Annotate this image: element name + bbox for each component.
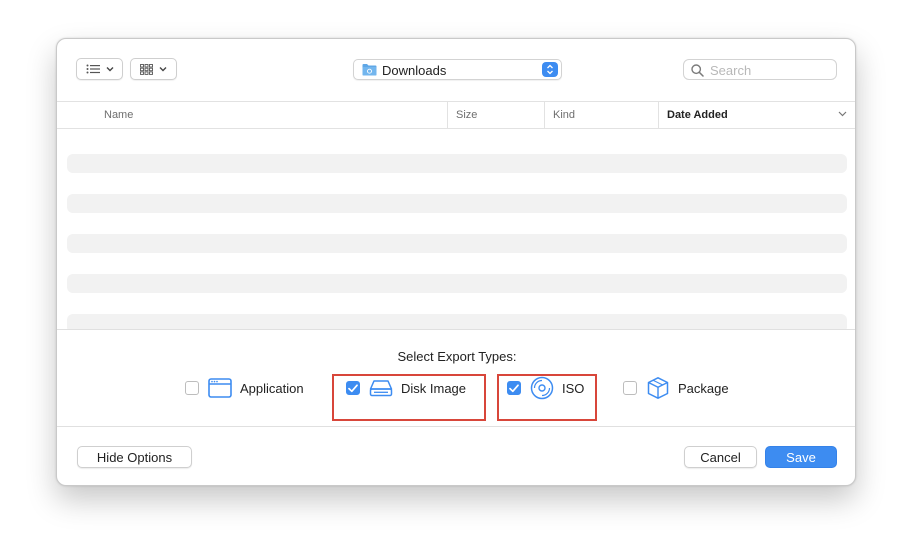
- iso-disc-icon: [530, 376, 554, 400]
- iso-label: ISO: [562, 380, 585, 396]
- grid-icon: [140, 63, 153, 75]
- dialog-footer: Hide Options Cancel Save: [57, 426, 855, 485]
- column-name[interactable]: Name: [104, 102, 133, 128]
- search-icon: [691, 64, 704, 77]
- save-dialog: Downloads Name Size Kind Date Added: [56, 38, 856, 486]
- column-date-added[interactable]: Date Added: [658, 102, 728, 128]
- application-window-icon: [208, 378, 232, 398]
- export-type-disk-image[interactable]: Disk Image: [346, 377, 466, 399]
- application-checkbox[interactable]: [185, 381, 199, 395]
- export-type-application[interactable]: Application: [185, 377, 304, 399]
- disk-image-checkbox[interactable]: [346, 381, 360, 395]
- location-popup[interactable]: Downloads: [353, 59, 562, 80]
- cancel-button[interactable]: Cancel: [684, 446, 757, 468]
- list-icon: [86, 64, 100, 74]
- export-options-title: Select Export Types:: [397, 349, 517, 364]
- export-options-panel: Select Export Types: Application Disk Im…: [57, 329, 855, 426]
- disk-image-icon: [369, 380, 393, 397]
- chevron-down-icon: [159, 67, 167, 72]
- package-label: Package: [678, 380, 729, 396]
- grid-view-button[interactable]: [130, 58, 177, 80]
- list-placeholder-row: [67, 274, 847, 293]
- search-field[interactable]: [683, 59, 837, 80]
- search-input[interactable]: [710, 62, 830, 78]
- list-placeholder-row: [67, 154, 847, 173]
- list-placeholder-row: [67, 314, 847, 329]
- toolbar: Downloads: [57, 39, 855, 101]
- column-kind[interactable]: Kind: [544, 102, 575, 128]
- checkmark-icon: [509, 383, 519, 392]
- file-list[interactable]: [57, 129, 855, 329]
- column-size[interactable]: Size: [447, 102, 477, 128]
- location-label: Downloads: [382, 63, 447, 78]
- export-type-iso[interactable]: ISO: [507, 376, 585, 400]
- list-placeholder-row: [67, 194, 847, 213]
- disk-image-label: Disk Image: [401, 380, 467, 396]
- export-type-package[interactable]: Package: [623, 377, 729, 399]
- application-label: Application: [240, 380, 304, 396]
- hide-options-button[interactable]: Hide Options: [77, 446, 192, 468]
- checkmark-icon: [348, 383, 358, 392]
- popup-stepper-icon: [542, 62, 558, 77]
- folder-icon: [362, 64, 377, 76]
- chevron-down-icon: [106, 67, 113, 72]
- iso-checkbox[interactable]: [507, 381, 521, 395]
- list-view-button[interactable]: [76, 58, 123, 80]
- package-checkbox[interactable]: [623, 381, 637, 395]
- save-button[interactable]: Save: [765, 446, 837, 468]
- list-placeholder-row: [67, 234, 847, 253]
- column-header: Name Size Kind Date Added: [57, 101, 855, 129]
- chevron-down-icon: [838, 111, 847, 117]
- package-box-icon: [647, 377, 669, 399]
